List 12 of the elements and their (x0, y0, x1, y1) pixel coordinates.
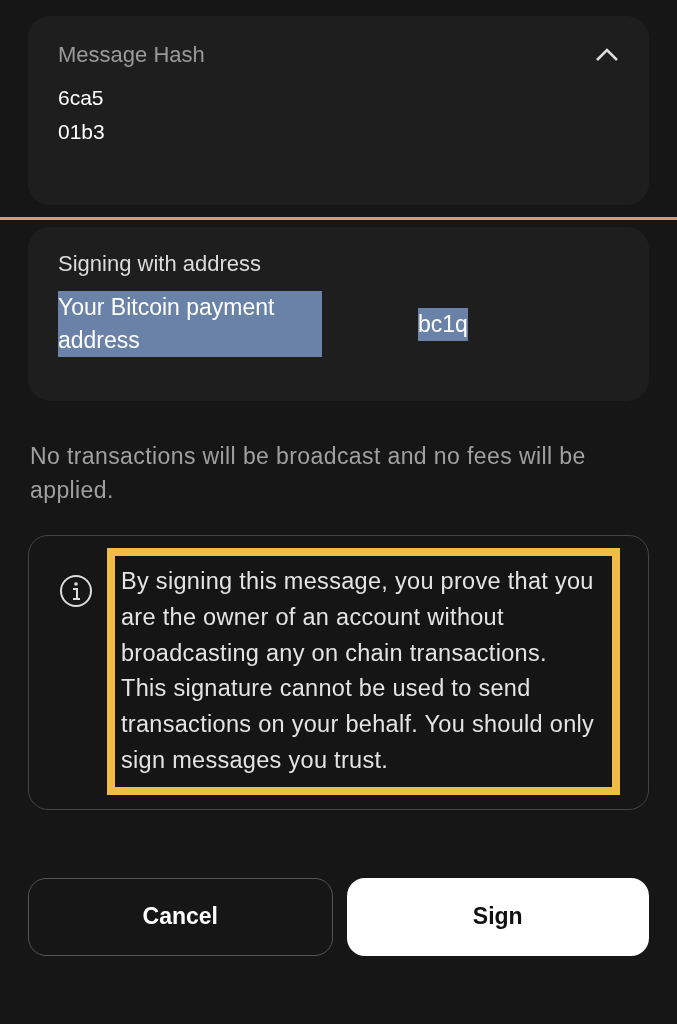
info-icon (59, 574, 93, 608)
section-title: Signing with address (58, 251, 262, 277)
notice-text: No transactions will be broadcast and no fees will be applied. (30, 442, 587, 505)
info-text: By signing this message, you prove that you are the owner of an account without broadcasting any on chain transactions. This signature cannot be used to send transactions on your behalf. You should only sign messages you trust. (107, 548, 620, 795)
sign-button[interactable]: Sign (346, 877, 649, 956)
hash-text: 6ca5 (58, 86, 105, 110)
chevron-icon[interactable] (595, 48, 619, 62)
address-label: Your Bitcoin payment address (58, 291, 322, 357)
address-text: bc1q (418, 307, 468, 341)
cancel-button[interactable]: Cancel (28, 877, 333, 956)
hash-text: 01b3 (58, 120, 106, 144)
section-title: Message Hash (58, 42, 205, 68)
